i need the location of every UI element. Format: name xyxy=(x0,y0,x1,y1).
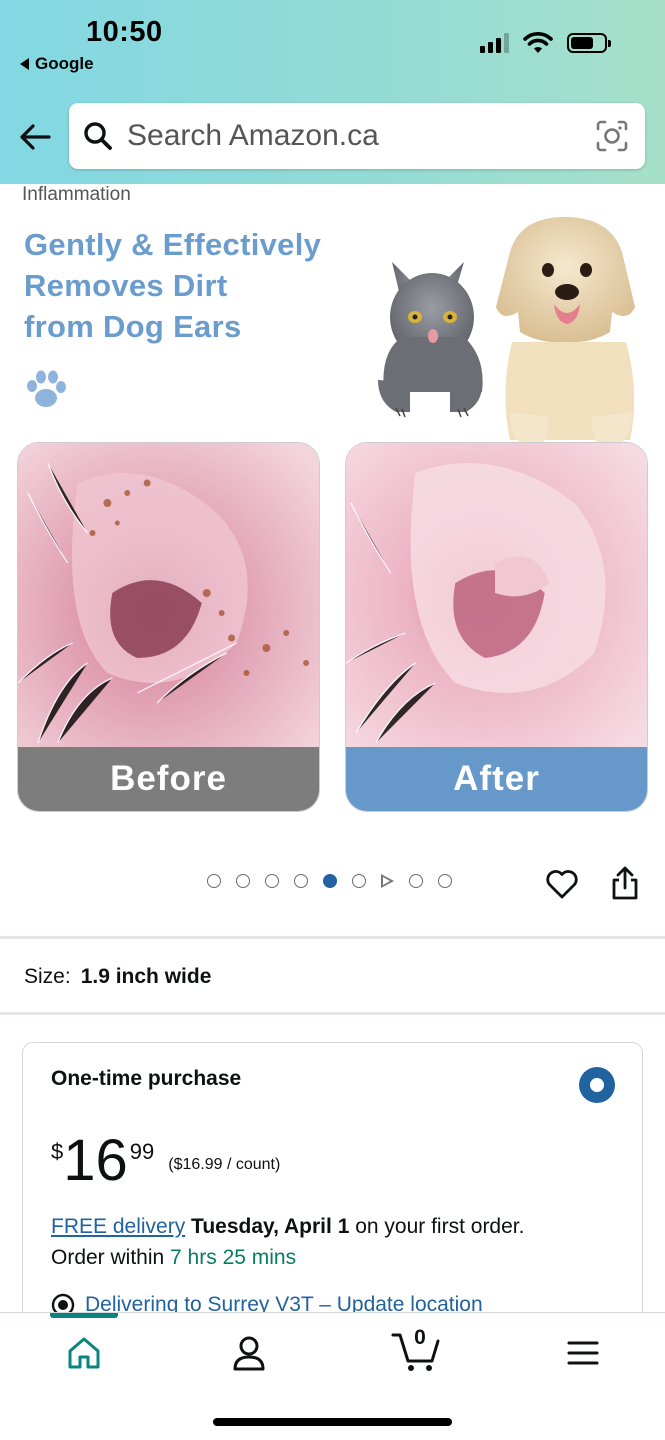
back-to-app-link[interactable]: Google xyxy=(20,54,94,74)
menu-icon[interactable] xyxy=(563,1333,603,1373)
carousel-dot[interactable] xyxy=(265,874,279,888)
price-cents: 99 xyxy=(129,1139,155,1164)
heart-icon[interactable] xyxy=(545,867,579,901)
back-triangle-icon xyxy=(20,58,29,70)
back-app-label: Google xyxy=(35,54,94,73)
carousel-dot[interactable] xyxy=(409,874,423,888)
headline-line-2: Removes Dirt xyxy=(24,268,228,303)
size-label: Size: xyxy=(24,965,71,988)
battery-icon xyxy=(567,33,611,53)
delivery-date: Tuesday, April 1 xyxy=(191,1215,350,1238)
search-bar[interactable] xyxy=(69,103,645,169)
search-icon xyxy=(84,122,112,150)
carousel-indicator xyxy=(207,874,452,888)
section-divider xyxy=(0,1012,665,1015)
purchase-option-card[interactable]: One-time purchase $ 16 99 ($16.99 / coun… xyxy=(22,1042,643,1342)
carousel-dot-active[interactable] xyxy=(323,874,337,888)
home-icon[interactable] xyxy=(64,1333,104,1373)
after-label: After xyxy=(346,747,647,811)
before-photo: Before xyxy=(17,442,320,812)
size-selector[interactable]: Size: 1.9 inch wide xyxy=(24,965,211,989)
cart-count: 0 xyxy=(414,1326,426,1349)
nav-active-indicator xyxy=(50,1313,118,1318)
carousel-dot[interactable] xyxy=(438,874,452,888)
search-input[interactable] xyxy=(127,119,567,153)
status-icons xyxy=(480,32,611,54)
section-divider xyxy=(0,936,665,939)
after-photo: After xyxy=(345,442,648,812)
delivery-suffix: on your first order. xyxy=(355,1215,525,1238)
wifi-icon xyxy=(523,32,553,53)
carousel-dot[interactable] xyxy=(294,874,308,888)
product-image[interactable]: Inflammation Gently & Effectively Remove… xyxy=(0,184,665,824)
image-cropped-caption: Inflammation xyxy=(22,184,131,205)
paw-icon xyxy=(27,370,66,407)
price: $ 16 99 ($16.99 / count) xyxy=(51,1129,280,1193)
home-indicator-bar xyxy=(213,1418,452,1426)
dirty-ear-image xyxy=(18,443,319,749)
size-value: 1.9 inch wide xyxy=(80,965,212,988)
before-label: Before xyxy=(18,747,319,811)
camera-lens-icon[interactable] xyxy=(595,119,629,153)
headline-line-1: Gently & Effectively xyxy=(24,227,322,262)
account-icon[interactable] xyxy=(229,1333,269,1373)
price-currency: $ xyxy=(51,1139,64,1164)
purchase-option-title: One-time purchase xyxy=(51,1067,242,1090)
free-delivery-link[interactable]: FREE delivery xyxy=(51,1215,185,1238)
carousel-dot[interactable] xyxy=(352,874,366,888)
cat-and-puppy-illustration xyxy=(378,217,635,448)
unit-price: ($16.99 / count) xyxy=(168,1156,281,1173)
carousel-video-play-icon[interactable] xyxy=(381,874,394,888)
carousel-dot[interactable] xyxy=(207,874,221,888)
purchase-option-radio[interactable] xyxy=(579,1067,615,1103)
order-within-label: Order within xyxy=(51,1246,165,1269)
top-header: 10:50 Google xyxy=(0,0,665,184)
status-time: 10:50 xyxy=(86,16,163,48)
clean-ear-image xyxy=(346,443,647,749)
image-headline: Gently & Effectively Removes Dirt from D… xyxy=(24,224,321,347)
cellular-signal-icon xyxy=(480,33,509,53)
headline-line-3: from Dog Ears xyxy=(24,309,242,344)
share-icon[interactable] xyxy=(608,864,642,902)
carousel-dot[interactable] xyxy=(236,874,250,888)
delivery-info: FREE delivery Tuesday, April 1 on your f… xyxy=(51,1211,631,1273)
order-within-time: 7 hrs 25 mins xyxy=(170,1246,297,1269)
price-whole: 16 xyxy=(63,1128,128,1193)
back-arrow-icon[interactable] xyxy=(16,118,54,156)
